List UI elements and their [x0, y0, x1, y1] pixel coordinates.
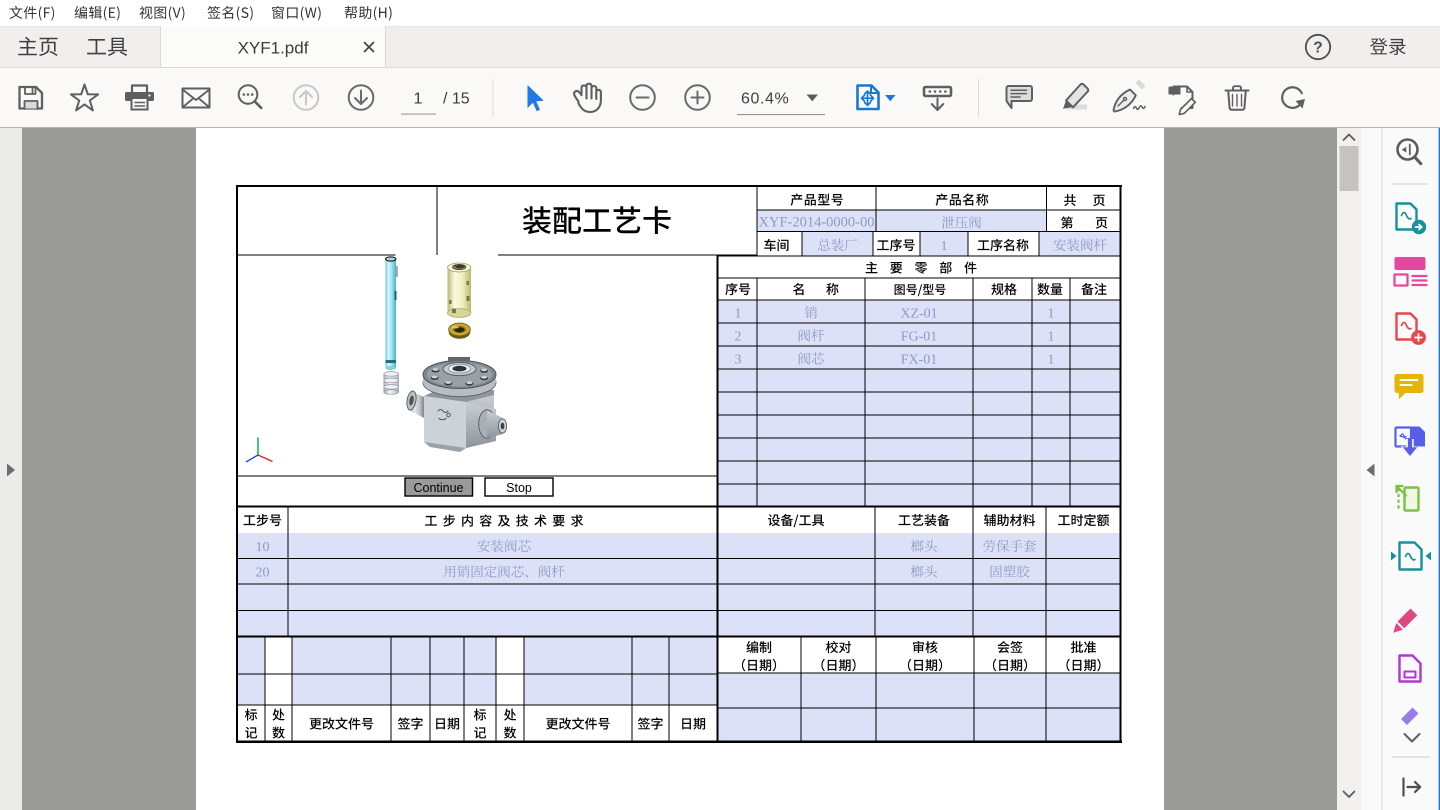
- svg-text:XYF1.pdf: XYF1.pdf: [238, 38, 309, 57]
- svg-text:1: 1: [1048, 307, 1055, 322]
- svg-text:FX-01: FX-01: [901, 353, 938, 368]
- svg-text:XYF-2014-0000-00: XYF-2014-0000-00: [759, 215, 875, 231]
- svg-text:?: ?: [1313, 40, 1322, 57]
- svg-text:60.4%: 60.4%: [741, 91, 789, 108]
- svg-text:1: 1: [735, 307, 742, 322]
- svg-text:2: 2: [735, 330, 742, 345]
- svg-text:FG-01: FG-01: [901, 330, 938, 345]
- svg-text:/ 15: / 15: [443, 91, 470, 108]
- svg-text:1: 1: [1048, 353, 1055, 368]
- svg-text:Continue: Continue: [413, 481, 463, 495]
- svg-text:1: 1: [1048, 330, 1055, 345]
- svg-text:Stop: Stop: [506, 481, 532, 495]
- svg-text:10: 10: [256, 540, 270, 555]
- svg-text:3: 3: [735, 353, 742, 368]
- svg-text:1: 1: [941, 239, 948, 254]
- svg-text:1: 1: [414, 91, 423, 108]
- svg-text:XZ-01: XZ-01: [900, 307, 937, 322]
- svg-text:20: 20: [256, 566, 270, 581]
